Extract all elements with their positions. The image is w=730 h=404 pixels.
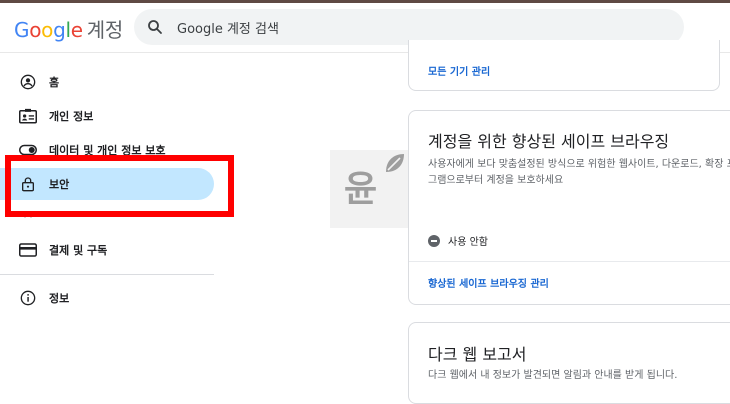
highlight-box — [5, 155, 234, 217]
dark-web-card: 다크 웹 보고서 다크 웹에서 내 정보가 발견되면 알림과 안내를 받게 됩니… — [408, 322, 730, 404]
watermark-logo: 윤 — [330, 150, 410, 228]
manage-safe-browsing-link[interactable]: 향상된 세이프 브라우징 관리 — [428, 275, 549, 290]
card-divider — [409, 261, 730, 262]
manage-devices-link[interactable]: 모든 기기 관리 — [428, 63, 490, 78]
card-title: 다크 웹 보고서 — [428, 345, 527, 364]
sidebar-item-personal-info[interactable]: 개인 정보 — [0, 100, 214, 132]
sidebar-divider — [0, 274, 214, 275]
sidebar-item-label: 결제 및 구독 — [49, 244, 108, 257]
sidebar-item-label: 개인 정보 — [49, 110, 94, 123]
sidebar-item-payments[interactable]: 결제 및 구독 — [0, 234, 214, 266]
google-account-logo[interactable]: Google 계정 — [14, 14, 123, 43]
account-circle-icon — [20, 74, 36, 90]
logo-letter: g — [53, 18, 66, 42]
logo-suffix: 계정 — [86, 18, 124, 42]
card-description: 사용자에게 보다 맞춤설정된 방식으로 위험한 웹사이트, 다운로드, 확장 프… — [428, 159, 730, 186]
watermark-text: 윤 — [344, 169, 378, 210]
card-title: 계정을 위한 향상된 세이프 브라우징 — [428, 132, 670, 151]
status-off-icon — [428, 235, 440, 247]
logo-letter: o — [41, 18, 54, 42]
sidebar-item-label: 홈 — [49, 76, 60, 89]
search-input[interactable]: Google 계정 검색 — [177, 18, 279, 37]
sidebar-item-about[interactable]: 정보 — [0, 282, 214, 314]
window-rim — [0, 0, 730, 3]
leaf-icon — [386, 154, 404, 172]
safe-browsing-status: 사용 안함 — [428, 233, 488, 248]
logo-letter: e — [70, 18, 83, 42]
credit-card-icon — [19, 243, 37, 257]
safe-browsing-card: 계정을 위한 향상된 세이프 브라우징 사용자에게 보다 맞춤설정된 방식으로 … — [408, 110, 730, 305]
sidebar-item-home[interactable]: 홈 — [0, 66, 214, 98]
logo-letter: o — [29, 18, 42, 42]
id-card-icon — [19, 108, 37, 124]
devices-card: 모든 기기 관리 — [408, 40, 720, 91]
status-text: 사용 안함 — [448, 237, 488, 248]
info-icon — [20, 290, 36, 306]
card-description: 다크 웹에서 내 정보가 발견되면 알림과 안내를 받게 됩니다. — [428, 370, 678, 381]
search-icon[interactable] — [146, 18, 164, 36]
sidebar-item-label: 정보 — [49, 292, 70, 305]
logo-letter: G — [14, 18, 30, 42]
